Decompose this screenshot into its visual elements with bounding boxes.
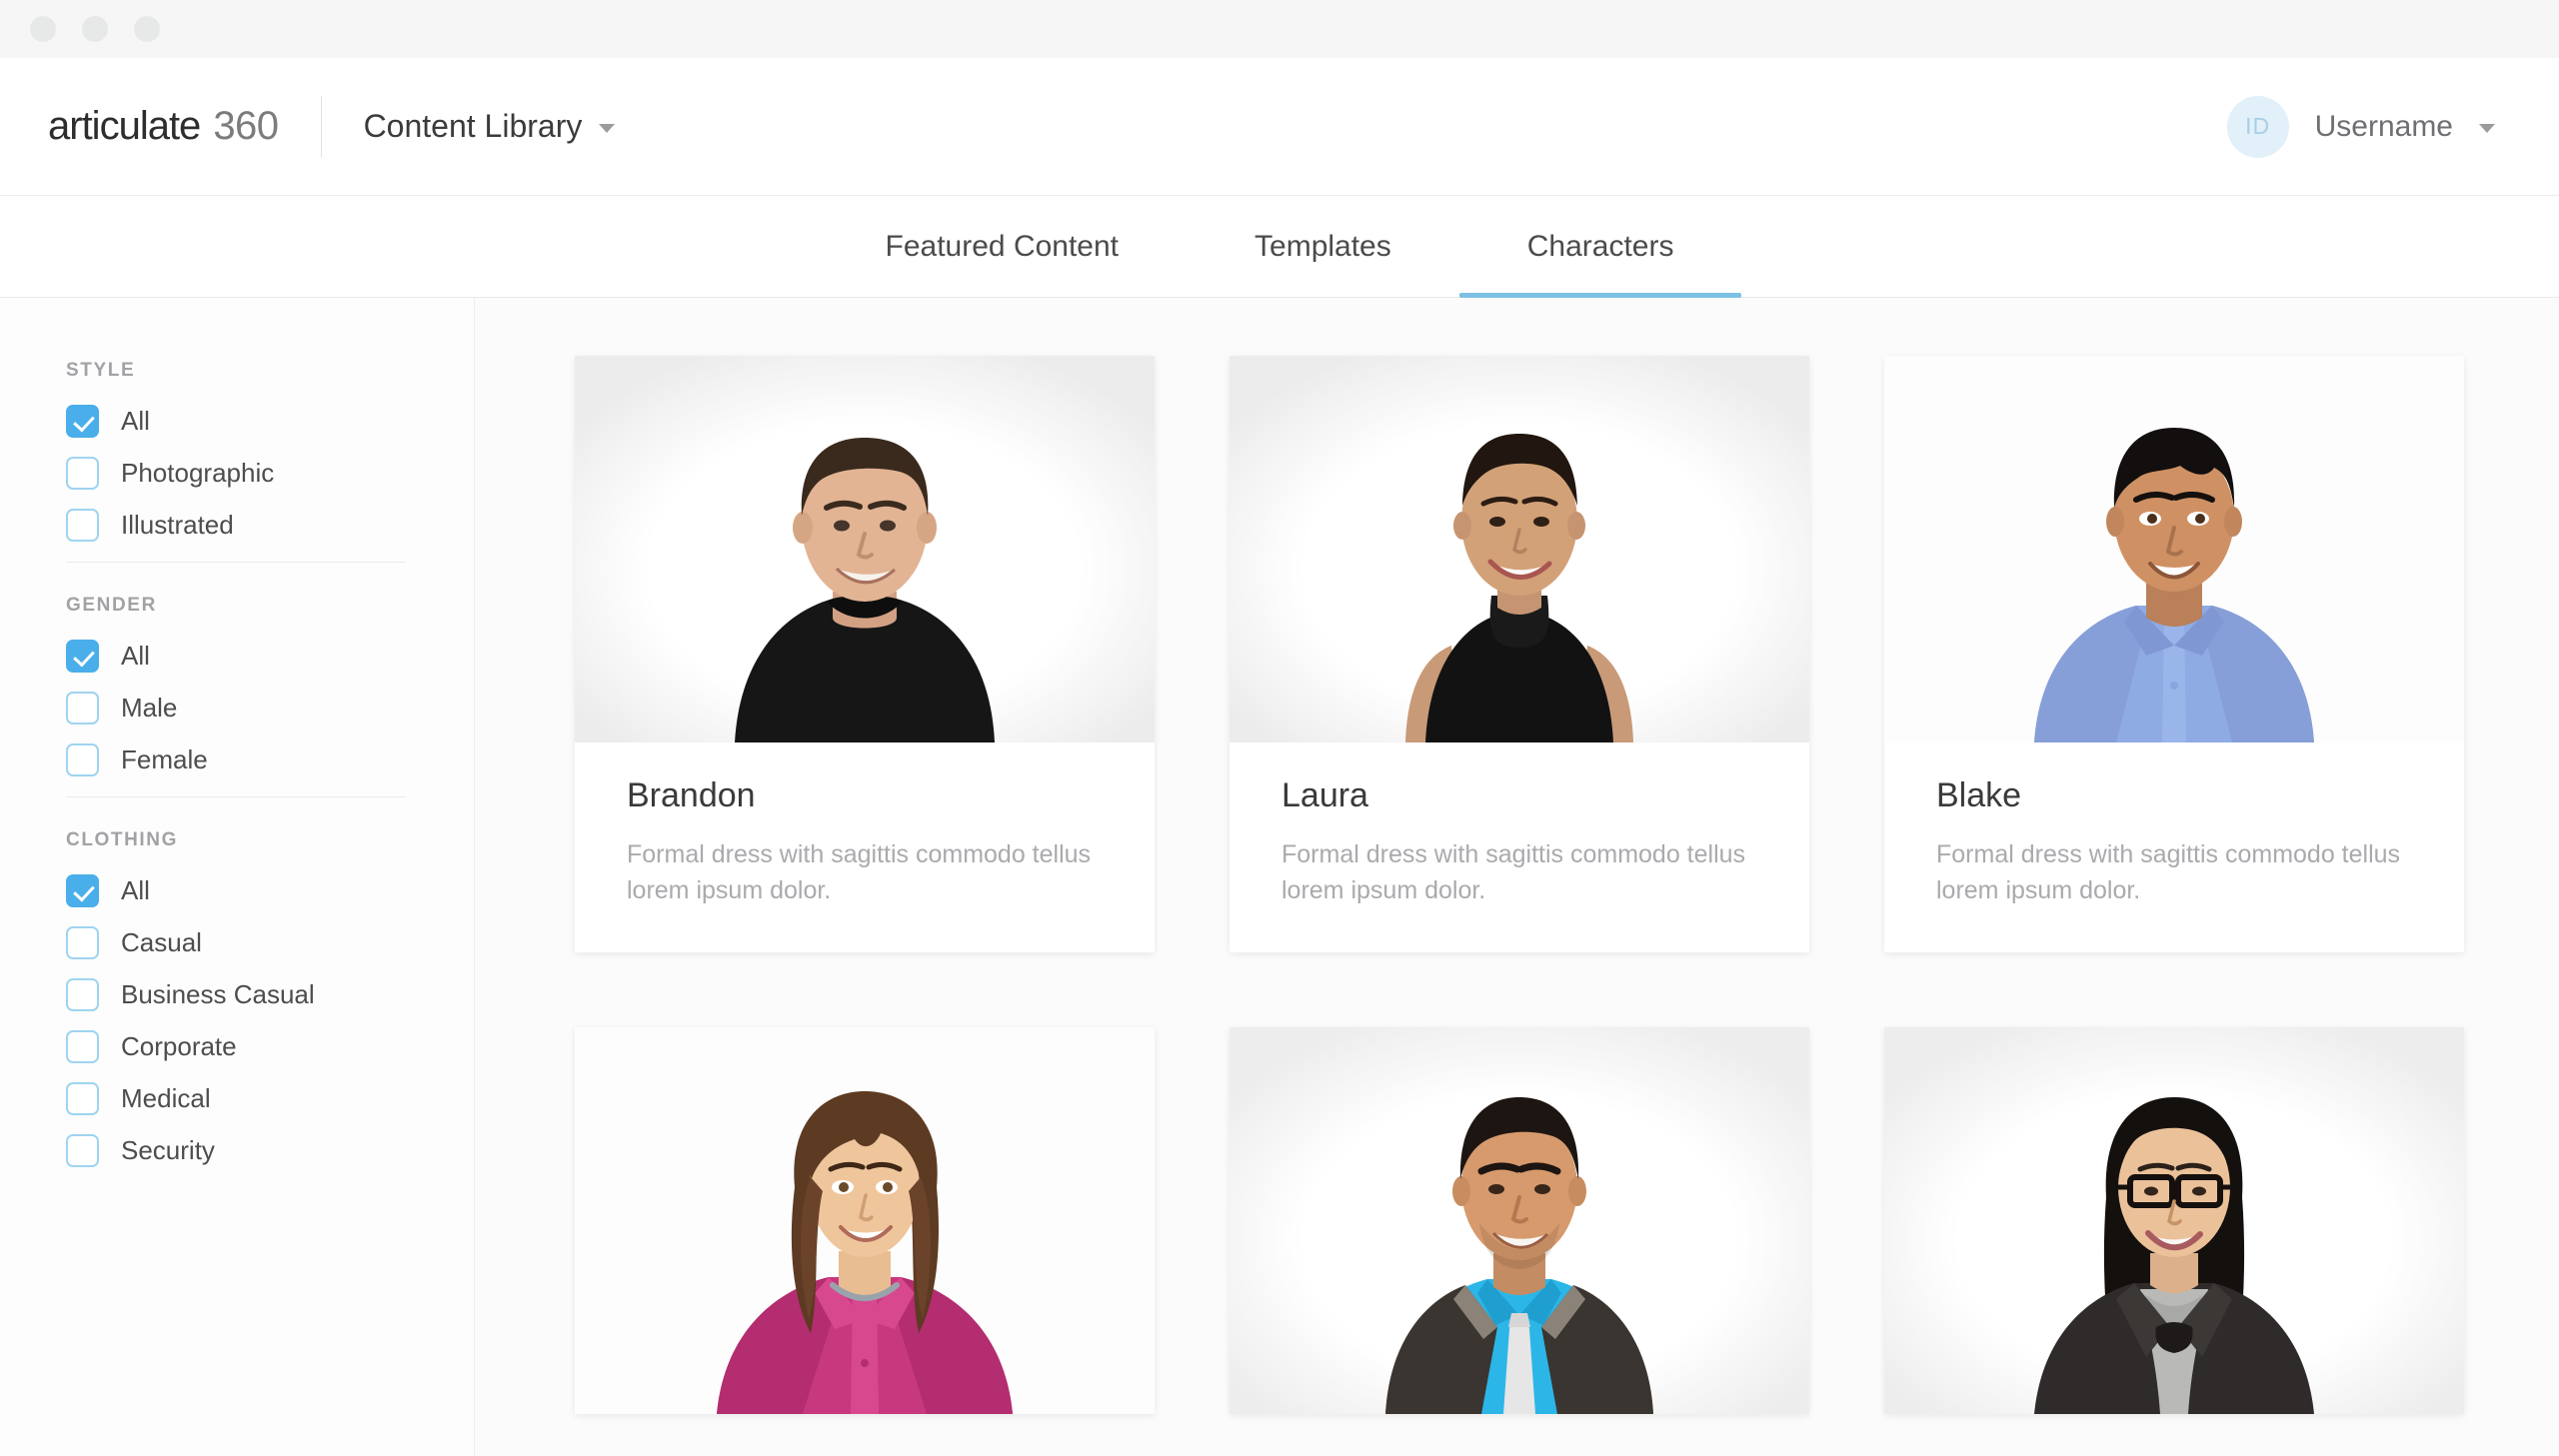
- window-maximize-button[interactable]: [134, 16, 160, 42]
- character-card-body: Blake Formal dress with sagittis commodo…: [1884, 742, 2464, 952]
- character-thumbnail: [575, 1027, 1155, 1414]
- woman-black-top-photo: [1230, 356, 1809, 742]
- character-thumbnail: [1230, 356, 1809, 742]
- checkbox-icon[interactable]: [66, 926, 99, 959]
- character-card-6[interactable]: [1884, 1027, 2464, 1414]
- chevron-down-icon: [2479, 124, 2495, 133]
- character-card-5[interactable]: [1230, 1027, 1809, 1414]
- checkbox-icon[interactable]: [66, 743, 99, 776]
- filter-option-label: All: [121, 406, 150, 436]
- filter-option-label: All: [121, 641, 150, 671]
- filter-sidebar: STYLE All Photographic Illustrated GENDE…: [0, 298, 475, 1456]
- filter-group-gender: GENDER All Male Female: [66, 595, 474, 776]
- main-tabs: Featured Content Templates Characters: [0, 196, 2559, 298]
- character-card-4[interactable]: [575, 1027, 1155, 1414]
- filter-option-gender-female[interactable]: Female: [66, 743, 474, 776]
- filter-group-title: CLOTHING: [66, 829, 179, 850]
- checkbox-icon[interactable]: [66, 978, 99, 1011]
- character-name: Blake: [1936, 776, 2022, 814]
- filter-option-label: Casual: [121, 927, 202, 957]
- woman-pink-shirt-illustration: [575, 1027, 1155, 1414]
- articulate-360-logo[interactable]: articulate 360: [48, 104, 279, 149]
- checkbox-icon[interactable]: [66, 1134, 99, 1167]
- character-name: Brandon: [627, 776, 756, 814]
- woman-glasses-blazer-photo: [1884, 1027, 2464, 1414]
- checkbox-icon[interactable]: [66, 1030, 99, 1063]
- tab-featured-content[interactable]: Featured Content: [818, 196, 1187, 298]
- sidebar-divider: [66, 562, 406, 563]
- filter-option-label: Corporate: [121, 1031, 237, 1061]
- filter-option-clothing-corporate[interactable]: Corporate: [66, 1030, 474, 1063]
- character-thumbnail: [1884, 356, 2464, 742]
- character-name: Laura: [1281, 776, 1368, 814]
- window-titlebar: [0, 0, 2559, 58]
- filter-option-style-all[interactable]: All: [66, 405, 474, 438]
- checkbox-checked-icon[interactable]: [66, 405, 99, 438]
- tab-label: Templates: [1255, 229, 1391, 263]
- character-thumbnail: [575, 356, 1155, 742]
- filter-option-clothing-security[interactable]: Security: [66, 1134, 474, 1167]
- character-card-body: Laura Formal dress with sagittis commodo…: [1230, 742, 1809, 952]
- tab-label: Featured Content: [885, 229, 1120, 263]
- tab-characters[interactable]: Characters: [1458, 196, 1742, 298]
- character-thumbnail: [1230, 1027, 1809, 1414]
- filter-option-clothing-business-casual[interactable]: Business Casual: [66, 978, 474, 1011]
- username-label: Username: [2314, 109, 2453, 143]
- filter-option-clothing-medical[interactable]: Medical: [66, 1082, 474, 1115]
- filter-option-label: Male: [121, 693, 178, 723]
- tab-templates[interactable]: Templates: [1187, 196, 1459, 298]
- character-row: [575, 1027, 2559, 1414]
- filter-option-label: Business Casual: [121, 979, 315, 1009]
- brand-suffix: 360: [213, 104, 279, 148]
- brand-name: articulate: [48, 104, 201, 148]
- man-blue-shirt-illustration: [1884, 356, 2464, 742]
- header-divider: [320, 95, 322, 158]
- filter-option-gender-all[interactable]: All: [66, 640, 474, 673]
- filter-option-label: Photographic: [121, 458, 275, 488]
- character-card-laura[interactable]: Laura Formal dress with sagittis commodo…: [1230, 356, 1809, 952]
- character-card-blake[interactable]: Blake Formal dress with sagittis commodo…: [1884, 356, 2464, 952]
- filter-group-style: STYLE All Photographic Illustrated: [66, 360, 474, 542]
- character-row: Brandon Formal dress with sagittis commo…: [575, 356, 2559, 952]
- checkbox-checked-icon[interactable]: [66, 640, 99, 673]
- man-black-tshirt-photo: [575, 356, 1155, 742]
- checkbox-icon[interactable]: [66, 457, 99, 490]
- filter-option-label: Security: [121, 1135, 215, 1165]
- filter-option-label: Medical: [121, 1083, 211, 1113]
- chevron-down-icon: [599, 124, 616, 133]
- filter-option-label: Illustrated: [121, 510, 234, 540]
- character-grid: Brandon Formal dress with sagittis commo…: [475, 298, 2559, 1456]
- filter-group-title: STYLE: [66, 360, 136, 381]
- checkbox-icon[interactable]: [66, 509, 99, 542]
- character-card-body: Brandon Formal dress with sagittis commo…: [575, 742, 1155, 952]
- avatar: ID: [2226, 95, 2289, 158]
- sidebar-divider: [66, 796, 406, 797]
- checkbox-icon[interactable]: [66, 1082, 99, 1115]
- content-library-label: Content Library: [363, 108, 583, 144]
- filter-option-clothing-all[interactable]: All: [66, 874, 474, 907]
- filter-option-gender-male[interactable]: Male: [66, 692, 474, 725]
- content-library-menu[interactable]: Content Library: [364, 108, 616, 145]
- man-vest-tie-photo: [1230, 1027, 1809, 1414]
- window-close-button[interactable]: [30, 16, 56, 42]
- checkbox-icon[interactable]: [66, 692, 99, 725]
- account-menu[interactable]: ID Username: [2226, 95, 2495, 158]
- character-description: Formal dress with sagittis commodo tellu…: [1936, 840, 2401, 904]
- window-minimize-button[interactable]: [82, 16, 108, 42]
- character-thumbnail: [1884, 1027, 2464, 1414]
- character-card-brandon[interactable]: Brandon Formal dress with sagittis commo…: [575, 356, 1155, 952]
- character-description: Formal dress with sagittis commodo tellu…: [1281, 840, 1746, 904]
- app-header: articulate 360 Content Library ID Userna…: [0, 58, 2559, 196]
- character-description: Formal dress with sagittis commodo tellu…: [627, 840, 1092, 904]
- filter-option-style-illustrated[interactable]: Illustrated: [66, 509, 474, 542]
- filter-option-style-photographic[interactable]: Photographic: [66, 457, 474, 490]
- filter-option-label: All: [121, 875, 150, 905]
- filter-option-clothing-casual[interactable]: Casual: [66, 926, 474, 959]
- filter-group-clothing: CLOTHING All Casual Business Casual Corp…: [66, 829, 474, 1167]
- filter-group-title: GENDER: [66, 595, 157, 616]
- page-body: STYLE All Photographic Illustrated GENDE…: [0, 298, 2559, 1456]
- filter-option-label: Female: [121, 744, 208, 774]
- checkbox-checked-icon[interactable]: [66, 874, 99, 907]
- tab-label: Characters: [1526, 229, 1674, 263]
